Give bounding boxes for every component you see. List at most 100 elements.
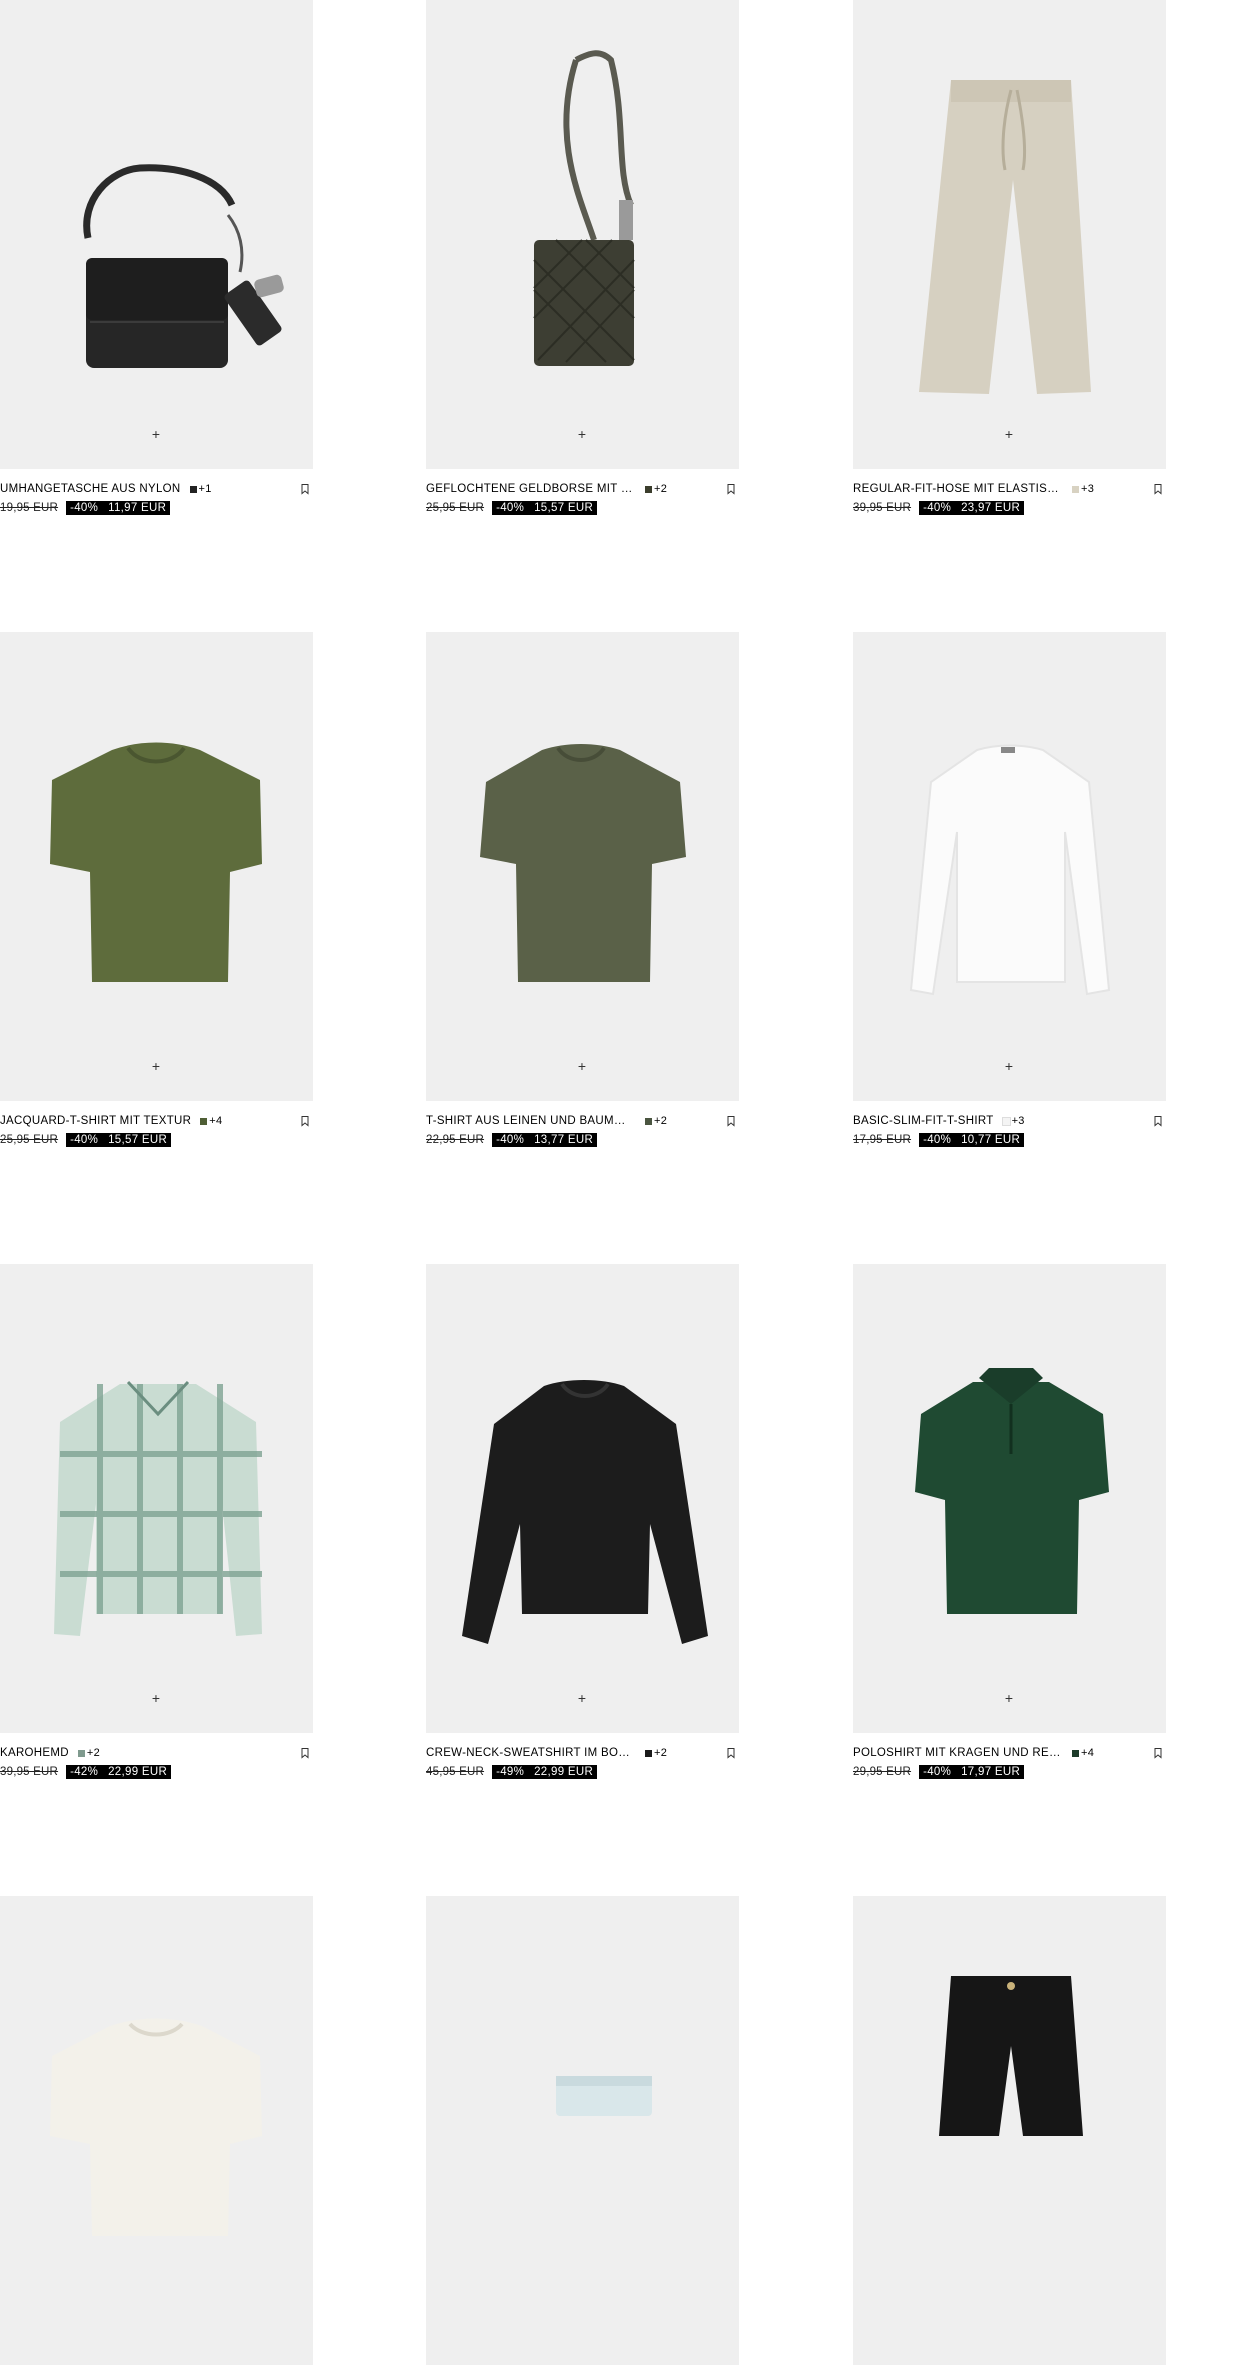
product-card[interactable]	[0, 1896, 313, 2365]
product-name[interactable]: REGULAR-FIT-HOSE MIT ELASTISCHEM...	[853, 483, 1063, 495]
product-name[interactable]: CREW-NECK-SWEATSHIRT IM BOXY FIT	[426, 1747, 636, 1759]
plus-icon[interactable]: +	[146, 424, 166, 444]
bookmark-icon[interactable]	[725, 1747, 737, 1759]
color-swatches[interactable]: +1	[189, 483, 212, 495]
bookmark-icon[interactable]	[299, 1747, 311, 1759]
product-card[interactable]: + CREW-NECK-SWEATSHIRT IM BOXY FIT +2 45,95…	[426, 1264, 739, 1783]
product-photo	[915, 1368, 1109, 1614]
discount-percent: -40%	[496, 1133, 525, 1146]
product-info: T-SHIRT AUS LEINEN UND BAUMWOLLE +2 22,95 …	[426, 1101, 739, 1151]
plus-icon[interactable]: +	[146, 1056, 166, 1076]
price-row: 39,95 EUR -42% 22,99 EUR	[0, 1764, 172, 1779]
price-row: 17,95 EUR -40% 10,77 EUR	[853, 1132, 1025, 1147]
discount-percent: -40%	[496, 501, 525, 514]
product-info: KAROHEMD +2 39,95 EUR -42% 22,99 EUR	[0, 1733, 313, 1783]
color-swatches[interactable]: +4	[200, 1115, 222, 1127]
sale-price-badge: -40% 15,57 EUR	[492, 500, 598, 515]
product-image[interactable]: +	[853, 1264, 1166, 1733]
color-swatches[interactable]: +2	[645, 483, 667, 495]
product-card[interactable]	[426, 1896, 739, 2365]
product-image[interactable]: +	[0, 632, 313, 1101]
color-swatches[interactable]: +4	[1072, 1747, 1094, 1759]
color-swatches[interactable]: +2	[645, 1115, 667, 1127]
product-image[interactable]: +	[426, 1264, 739, 1733]
bookmark-icon[interactable]	[1152, 1115, 1164, 1127]
plus-icon[interactable]: +	[999, 1688, 1019, 1708]
product-image[interactable]: +	[0, 1264, 313, 1733]
product-photo	[50, 2018, 262, 2236]
price-row: 29,95 EUR -40% 17,97 EUR	[853, 1764, 1025, 1779]
product-image[interactable]	[853, 1896, 1166, 2365]
price-row: 45,95 EUR -49% 22,99 EUR	[426, 1764, 598, 1779]
bookmark-icon[interactable]	[1152, 1747, 1164, 1759]
product-info: REGULAR-FIT-HOSE MIT ELASTISCHEM... +3 39,…	[853, 469, 1166, 519]
product-card[interactable]: + JACQUARD-T-SHIRT MIT TEXTUR +4 25,95 EUR -…	[0, 632, 313, 1151]
product-image[interactable]: +	[0, 0, 313, 469]
product-image[interactable]: +	[426, 632, 739, 1101]
color-swatch	[1072, 485, 1079, 493]
color-swatches[interactable]: +3	[1001, 1115, 1025, 1127]
product-info: BASIC-SLIM-FIT-T-SHIRT +3 17,95 EUR -40% 10,…	[853, 1101, 1166, 1151]
plus-icon[interactable]: +	[146, 1688, 166, 1708]
product-card[interactable]: + T-SHIRT AUS LEINEN UND BAUMWOLLE +2 22,95…	[426, 632, 739, 1151]
bookmark-icon[interactable]	[1152, 483, 1164, 495]
sale-price-badge: -40% 13,77 EUR	[492, 1132, 598, 1147]
bookmark-icon[interactable]	[725, 483, 737, 495]
more-colors-count: +2	[654, 1747, 668, 1759]
plus-icon[interactable]: +	[572, 1688, 592, 1708]
sale-price-badge: -40% 23,97 EUR	[919, 500, 1025, 515]
product-card[interactable]: + BASIC-SLIM-FIT-T-SHIRT +3 17,95 EUR -40% 10…	[853, 632, 1166, 1151]
plus-icon[interactable]: +	[572, 424, 592, 444]
plus-icon[interactable]: +	[999, 424, 1019, 444]
product-card[interactable]: + GEFLOCHTENE GELDBÖRSE MIT REISS... +2 25,…	[426, 0, 739, 519]
product-name[interactable]: KAROHEMD	[0, 1747, 69, 1759]
product-title-row: CREW-NECK-SWEATSHIRT IM BOXY FIT +2	[426, 1746, 739, 1760]
product-title-row: POLOSHIRT MIT KRAGEN UND REISSV... +4	[853, 1746, 1166, 1760]
original-price: 45,95 EUR	[426, 1765, 485, 1778]
product-photo	[462, 1380, 708, 1644]
product-card[interactable]: + KAROHEMD +2 39,95 EUR -42% 22,99 EUR	[0, 1264, 313, 1783]
product-card[interactable]	[853, 1896, 1166, 2365]
product-card[interactable]: + UMHÄNGETASCHE AUS NYLON +1 19,95 EUR -40% 1…	[0, 0, 313, 519]
product-image[interactable]	[0, 1896, 313, 2365]
product-name[interactable]: UMHÄNGETASCHE AUS NYLON	[0, 483, 181, 495]
price-row: 19,95 EUR -40% 11,97 EUR	[0, 500, 171, 515]
product-image[interactable]	[426, 1896, 739, 2365]
bookmark-icon[interactable]	[725, 1115, 737, 1127]
bookmark-icon[interactable]	[299, 483, 311, 495]
product-photo	[50, 742, 262, 982]
plus-icon[interactable]: +	[999, 1056, 1019, 1076]
discount-percent: -40%	[70, 1133, 99, 1146]
product-image[interactable]: +	[853, 632, 1166, 1101]
color-swatch	[189, 485, 197, 493]
color-swatches[interactable]: +2	[645, 1747, 667, 1759]
price-row: 25,95 EUR -40% 15,57 EUR	[0, 1132, 172, 1147]
product-name[interactable]: JACQUARD-T-SHIRT MIT TEXTUR	[0, 1115, 191, 1127]
product-info: GEFLOCHTENE GELDBÖRSE MIT REISS... +2 25,9…	[426, 469, 739, 519]
product-name[interactable]: GEFLOCHTENE GELDBÖRSE MIT REISS...	[426, 483, 636, 495]
product-photo	[909, 744, 1111, 996]
product-title-row: T-SHIRT AUS LEINEN UND BAUMWOLLE +2	[426, 1114, 739, 1128]
color-swatches[interactable]: +2	[77, 1747, 100, 1759]
product-photo	[556, 2076, 652, 2116]
product-name[interactable]: BASIC-SLIM-FIT-T-SHIRT	[853, 1115, 994, 1127]
bookmark-icon[interactable]	[299, 1115, 311, 1127]
product-title-row: KAROHEMD +2	[0, 1746, 313, 1760]
product-title-row: JACQUARD-T-SHIRT MIT TEXTUR +4	[0, 1114, 313, 1128]
product-card[interactable]: + POLOSHIRT MIT KRAGEN UND REISSV... +4 29,…	[853, 1264, 1166, 1783]
discount-percent: -49%	[496, 1765, 525, 1778]
product-title-row: REGULAR-FIT-HOSE MIT ELASTISCHEM... +3	[853, 482, 1166, 496]
original-price: 25,95 EUR	[426, 501, 485, 514]
product-image[interactable]: +	[426, 0, 739, 469]
color-swatch	[200, 1117, 208, 1125]
sale-price: 13,77 EUR	[534, 1133, 594, 1146]
product-card[interactable]: + REGULAR-FIT-HOSE MIT ELASTISCHEM... +3 39…	[853, 0, 1166, 519]
color-swatch	[645, 1749, 652, 1757]
plus-icon[interactable]: +	[572, 1056, 592, 1076]
price-row: 22,95 EUR -40% 13,77 EUR	[426, 1132, 598, 1147]
color-swatches[interactable]: +3	[1072, 483, 1094, 495]
product-name[interactable]: POLOSHIRT MIT KRAGEN UND REISSV...	[853, 1747, 1063, 1759]
product-image[interactable]: +	[853, 0, 1166, 469]
product-name[interactable]: T-SHIRT AUS LEINEN UND BAUMWOLLE	[426, 1115, 636, 1127]
original-price: 39,95 EUR	[0, 1765, 59, 1778]
